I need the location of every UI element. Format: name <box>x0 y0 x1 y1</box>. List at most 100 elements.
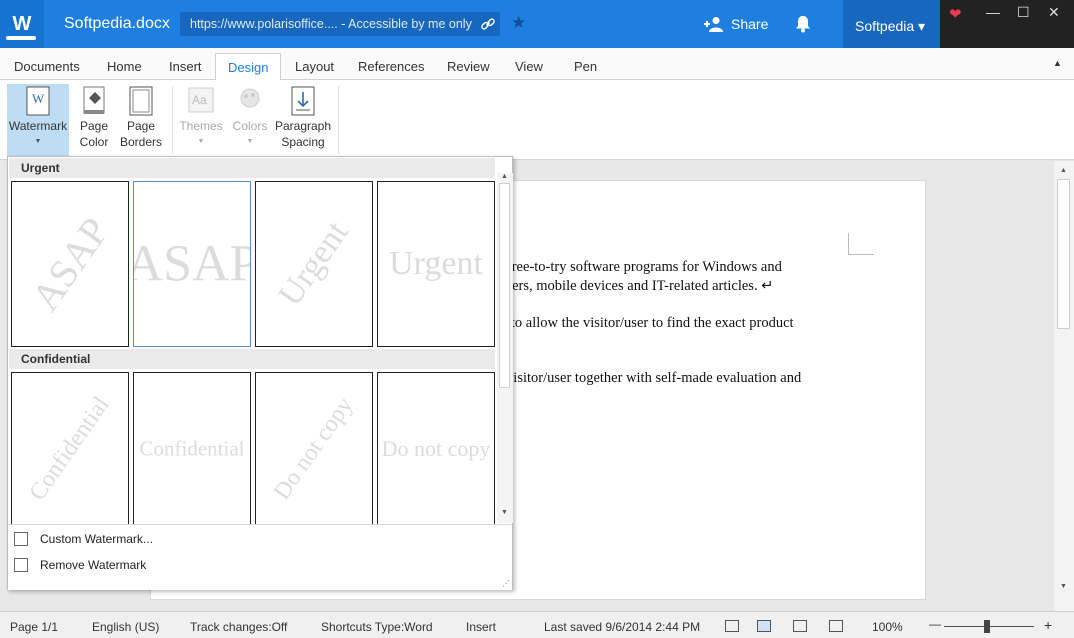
watermark-option[interactable]: Urgent <box>255 181 373 347</box>
zoom-slider-handle[interactable] <box>984 620 990 633</box>
tab-insert[interactable]: Insert <box>169 59 202 74</box>
page-borders-label-2: Borders <box>119 135 163 149</box>
document-line[interactable]: er to allow the visitor/user to find the… <box>496 315 794 332</box>
page-borders-icon <box>128 86 154 116</box>
page-count: Page 1/1 <box>10 620 59 634</box>
colors-palette-icon <box>237 86 263 116</box>
colors-button[interactable]: Colors ▼ <box>229 84 271 150</box>
gallery-scroll-down-arrow[interactable]: ▼ <box>501 509 508 516</box>
paragraph-spacing-label-1: Paragraph <box>274 119 332 133</box>
collapse-ribbon-button[interactable]: ▲ <box>1053 58 1062 68</box>
watermark-label: Watermark <box>8 119 68 133</box>
watermark-option[interactable]: Do not copy <box>255 372 373 524</box>
resize-grip-icon[interactable]: ⋰ <box>502 579 510 588</box>
read-mode-icon[interactable] <box>725 620 739 632</box>
ribbon-panel: W Watermark ▼ Page Color Page Borders Aa… <box>0 80 1074 160</box>
paragraph-spacing-icon <box>290 86 316 116</box>
custom-watermark-item[interactable]: Custom Watermark... <box>14 528 153 550</box>
add-user-icon <box>704 17 723 32</box>
ribbon-divider <box>338 86 339 154</box>
custom-watermark-icon <box>14 532 28 546</box>
scroll-down-arrow[interactable]: ▼ <box>1060 583 1067 590</box>
page-margin-marker <box>848 233 874 255</box>
maximize-button[interactable]: ☐ <box>1017 4 1030 21</box>
themes-icon: Aa <box>188 86 214 116</box>
watermark-button[interactable]: W Watermark ▼ <box>7 84 69 160</box>
shortcuts-status[interactable]: Shortcuts Type:Word <box>321 620 433 634</box>
link-icon[interactable] <box>480 16 496 32</box>
tab-pen[interactable]: Pen <box>574 59 597 74</box>
gallery-scrollbar[interactable]: ▲ ▼ <box>497 173 513 523</box>
watermark-preview-text: Do not copy <box>268 392 359 505</box>
gallery-scroll-up-arrow[interactable]: ▲ <box>501 173 508 180</box>
remove-watermark-label: Remove Watermark <box>40 558 147 572</box>
document-line[interactable]: e visitor/user together with self-made e… <box>496 370 801 387</box>
gallery-section-urgent: Urgent <box>9 158 495 178</box>
watermark-preview-text: ASAP <box>22 209 118 319</box>
scroll-up-arrow[interactable]: ▲ <box>1060 167 1067 174</box>
document-line[interactable]: rivers, mobile devices and IT-related ar… <box>496 278 773 295</box>
chevron-down-icon: ▼ <box>246 138 254 145</box>
close-button[interactable]: ✕ <box>1048 4 1060 21</box>
share-url-field[interactable]: https://www.polarisoffice.... - Accessib… <box>180 12 500 36</box>
document-line[interactable]: d free-to-try software programs for Wind… <box>496 259 782 276</box>
tab-design[interactable]: Design <box>215 53 282 80</box>
print-layout-icon[interactable] <box>757 620 771 632</box>
watermark-preview-text: Urgent <box>271 214 356 313</box>
share-button[interactable]: Share <box>703 16 768 32</box>
tab-layout[interactable]: Layout <box>295 59 334 74</box>
tab-references[interactable]: References <box>358 59 424 74</box>
track-changes-status[interactable]: Track changes:Off <box>190 620 287 634</box>
watermark-preview-text: Do not copy <box>381 435 491 461</box>
zoom-level[interactable]: 100% <box>872 620 903 634</box>
page-borders-button[interactable]: Page Borders <box>118 84 164 150</box>
watermark-preview-text: Confidential <box>139 436 245 460</box>
themes-button[interactable]: Aa Themes ▼ <box>178 84 224 150</box>
gallery-section-confidential: Confidential <box>9 349 495 369</box>
app-logo-icon[interactable]: W <box>0 0 44 48</box>
account-menu-button[interactable]: Softpedia ▾ <box>843 0 940 48</box>
ribbon-tabs: Documents Home Insert Design Layout Refe… <box>0 48 1074 80</box>
tab-documents[interactable]: Documents <box>14 59 80 74</box>
web-layout-icon[interactable] <box>793 620 807 632</box>
last-saved-status: Last saved 9/6/2014 2:44 PM <box>544 620 701 634</box>
themes-label: Themes <box>179 119 223 133</box>
svg-text:Aa: Aa <box>192 93 207 107</box>
watermark-option[interactable]: Confidential <box>11 372 129 524</box>
tab-review[interactable]: Review <box>447 59 490 74</box>
watermark-menu: Custom Watermark... Remove Watermark ⋰ <box>8 524 512 590</box>
zoom-out-button[interactable]: — <box>929 617 941 631</box>
watermark-option[interactable]: Confidential <box>133 372 251 524</box>
watermark-option[interactable]: ASAP <box>11 181 129 347</box>
heart-icon[interactable]: ❤ <box>949 5 962 23</box>
remove-watermark-item[interactable]: Remove Watermark <box>14 554 146 576</box>
outline-view-icon[interactable] <box>829 620 843 632</box>
title-bar: W Softpedia.docx https://www.polarisoffi… <box>0 0 1074 48</box>
tab-view[interactable]: View <box>515 59 543 74</box>
document-title[interactable]: Softpedia.docx <box>64 15 170 33</box>
page-color-button[interactable]: Page Color <box>74 84 114 150</box>
colors-label: Colors <box>232 119 268 133</box>
app-logo-letter: W <box>12 12 32 35</box>
watermark-option[interactable]: Urgent <box>377 181 495 347</box>
gallery-scroll-thumb[interactable] <box>499 183 510 388</box>
document-scroll-thumb[interactable] <box>1057 179 1070 329</box>
watermark-option[interactable]: Do not copy <box>377 372 495 524</box>
favorite-star-icon[interactable]: ★ <box>511 13 526 33</box>
insert-mode-status[interactable]: Insert <box>466 620 496 634</box>
paragraph-spacing-button[interactable]: Paragraph Spacing <box>274 84 332 150</box>
chevron-down-icon: ▼ <box>34 138 42 145</box>
watermark-gallery-dropdown: Urgent ASAP ASAP Urgent Urgent Confident… <box>7 156 513 590</box>
watermark-preview-text: Urgent <box>389 245 483 282</box>
page-color-label-2: Color <box>79 135 109 149</box>
minimize-button[interactable]: — <box>986 4 1000 20</box>
zoom-in-button[interactable]: + <box>1044 617 1052 633</box>
document-scrollbar[interactable]: ▲ ▼ <box>1054 161 1074 611</box>
tab-home[interactable]: Home <box>107 59 142 74</box>
watermark-preview-text: ASAP <box>134 235 250 293</box>
page-borders-label-1: Page <box>126 119 156 133</box>
watermark-option[interactable]: ASAP <box>133 181 251 347</box>
language-status[interactable]: English (US) <box>92 620 159 634</box>
paragraph-spacing-label-2: Spacing <box>281 135 325 149</box>
notification-bell-icon[interactable] <box>795 15 811 33</box>
